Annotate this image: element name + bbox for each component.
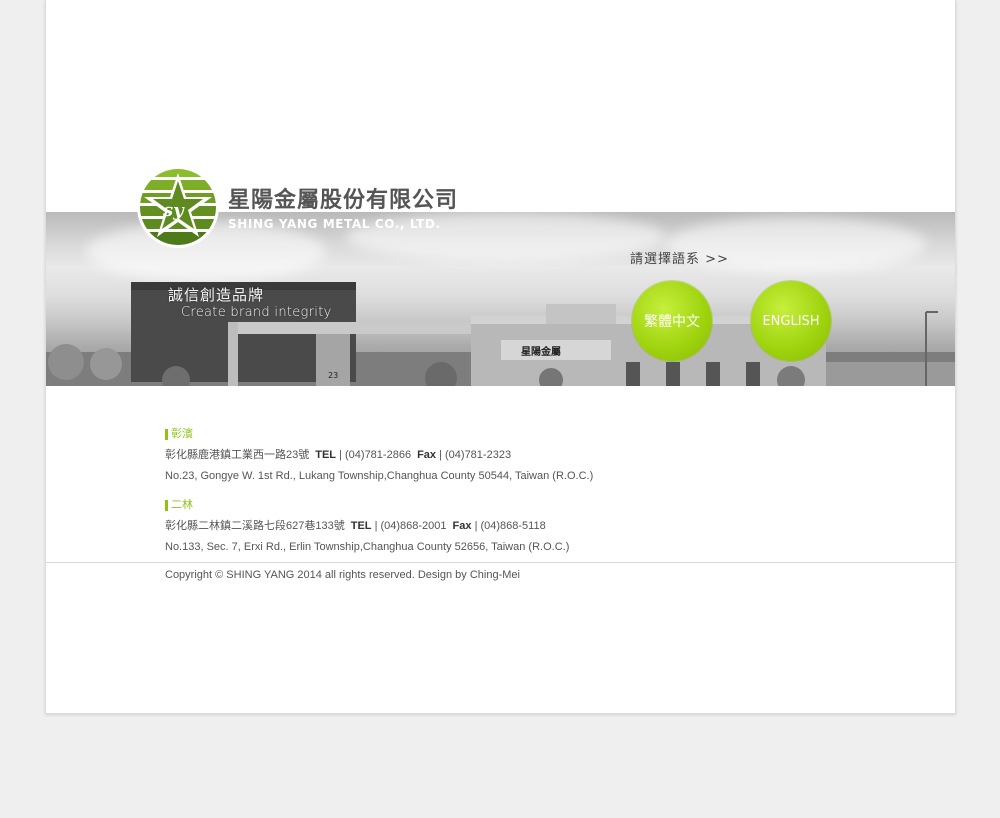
tel-value: | (04)781-2866 (339, 449, 412, 461)
slogan-english: Create brand integrity (181, 305, 332, 320)
tel-label: TEL (350, 520, 372, 532)
company-name-chinese: 星陽金屬股份有限公司 (228, 188, 459, 213)
language-button-english-label: ENGLISH (762, 313, 820, 329)
footer-divider (46, 562, 955, 563)
logo-monogram: sy (162, 200, 185, 221)
location-name: 二林 (165, 500, 193, 511)
address-english: No.133, Sec. 7, Erxi Rd., Erlin Township… (165, 541, 570, 553)
fax-label: Fax (417, 449, 437, 461)
star-logo-icon: sy (137, 166, 219, 248)
fax-value: | (04)781-2323 (439, 449, 512, 461)
tel-label: TEL (315, 449, 337, 461)
address-chinese: 彰化縣二林鎮二溪路七段627巷133號 (165, 520, 345, 532)
tel-value: | (04)868-2001 (374, 520, 447, 532)
address-block-changbin: 彰濱 彰化縣鹿港鎮工業西一路23號 TEL | (04)781-2866 Fax |… (165, 428, 593, 482)
address-line-chinese: 彰化縣二林鎮二溪路七段627巷133號 TEL | (04)868-2001 Fax… (165, 517, 569, 533)
language-button-chinese[interactable]: 繁體中文 (632, 281, 712, 361)
page-container: 23 星陽金屬 請選擇語系 >> 誠信創造品牌 Create brand int… (45, 0, 956, 714)
location-name: 彰濱 (165, 429, 193, 440)
copyright-text: Copyright © SHING YANG 2014 all rights r… (165, 569, 520, 581)
company-logo: sy 星陽金屬股份有限公司 SHING YANG METAL CO., LTD. (136, 165, 476, 249)
building-number: 23 (328, 371, 338, 380)
slogan-chinese: 誠信創造品牌 (168, 286, 265, 304)
language-button-english[interactable]: ENGLISH (751, 281, 831, 361)
building-sign: 星陽金屬 (521, 345, 561, 358)
address-line-chinese: 彰化縣鹿港鎮工業西一路23號 TEL | (04)781-2866 Fax | (0… (165, 446, 593, 462)
address-english: No.23, Gongye W. 1st Rd., Lukang Townshi… (165, 470, 594, 482)
language-prompt: 請選擇語系 >> (630, 252, 729, 267)
address-block-erlin: 二林 彰化縣二林鎮二溪路七段627巷133號 TEL | (04)868-2001… (165, 499, 569, 553)
language-button-chinese-label: 繁體中文 (644, 314, 700, 330)
fax-value: | (04)868-5118 (474, 520, 546, 532)
fax-label: Fax (452, 520, 472, 532)
company-name-english: SHING YANG METAL CO., LTD. (228, 217, 441, 231)
address-chinese: 彰化縣鹿港鎮工業西一路23號 (165, 449, 310, 461)
